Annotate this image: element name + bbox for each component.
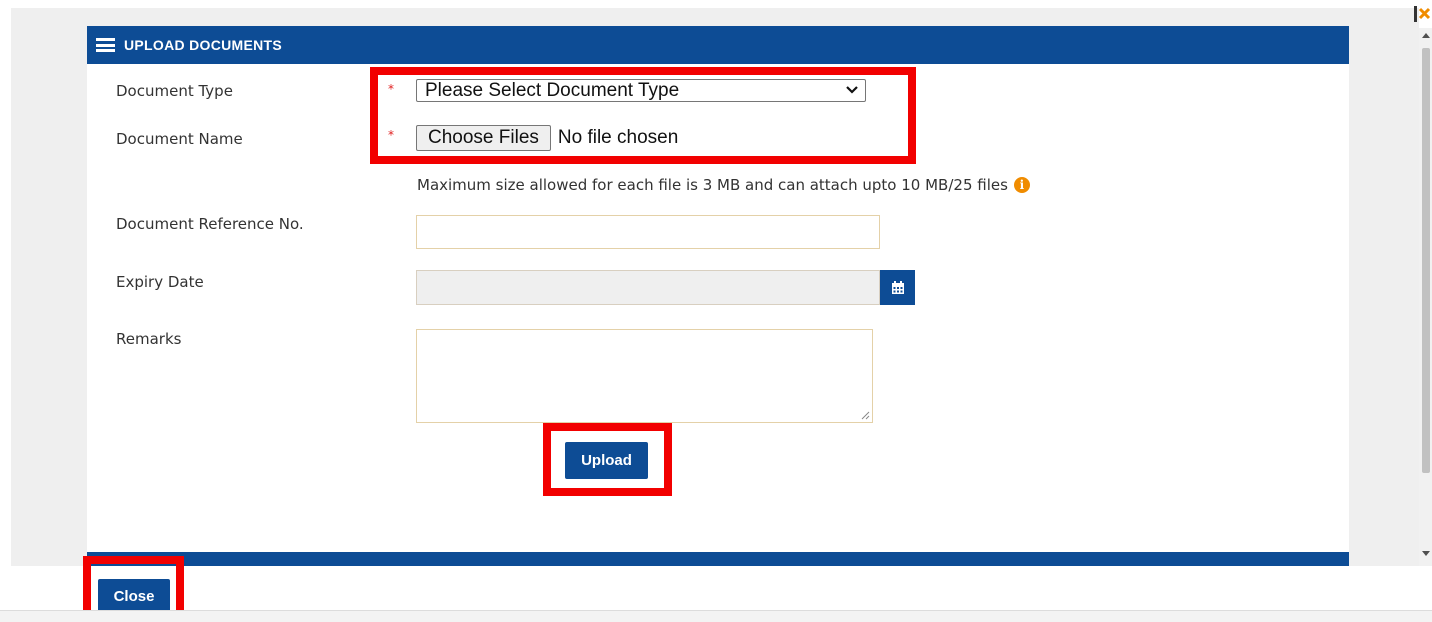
menu-lines-icon [96,38,115,52]
expiry-date-label: Expiry Date [116,273,204,291]
scroll-up-arrow-icon[interactable] [1422,33,1430,38]
file-status-text: No file chosen [557,127,679,148]
required-marker: * [388,128,394,142]
scroll-thumb[interactable] [1422,48,1430,473]
remarks-label: Remarks [116,330,182,348]
close-x-icon[interactable] [1414,4,1432,24]
remarks-textarea[interactable] [416,329,873,423]
info-icon[interactable]: i [1013,177,1030,193]
expiry-date-input[interactable] [416,270,880,305]
resize-grip-icon[interactable] [861,411,870,420]
scrollbar[interactable] [1419,28,1432,566]
document-name-label: Document Name [116,130,243,148]
close-button[interactable]: Close [98,579,170,613]
document-type-selected-value: Please Select Document Type [425,79,680,101]
bottom-strip [0,610,1432,622]
reference-no-input[interactable] [416,215,880,249]
document-type-label: Document Type [116,82,233,100]
panel-title: UPLOAD DOCUMENTS [124,37,283,53]
scroll-down-arrow-icon[interactable] [1422,551,1430,556]
choose-files-button[interactable]: Choose Files [416,125,551,151]
panel-header: UPLOAD DOCUMENTS [87,26,1349,64]
required-marker: * [388,82,394,96]
file-size-hint: Maximum size allowed for each file is 3 … [417,176,1030,194]
upload-button[interactable]: Upload [565,442,648,479]
document-name-file-input[interactable]: Choose Files No file chosen [416,124,678,152]
file-size-hint-text: Maximum size allowed for each file is 3 … [417,176,1008,194]
calendar-button[interactable] [880,270,915,305]
panel-footer-bar [87,552,1349,566]
document-type-select[interactable]: Please Select Document Type [416,79,866,102]
chevron-down-icon [846,86,858,94]
reference-no-label: Document Reference No. [116,215,304,233]
calendar-icon [891,280,904,294]
